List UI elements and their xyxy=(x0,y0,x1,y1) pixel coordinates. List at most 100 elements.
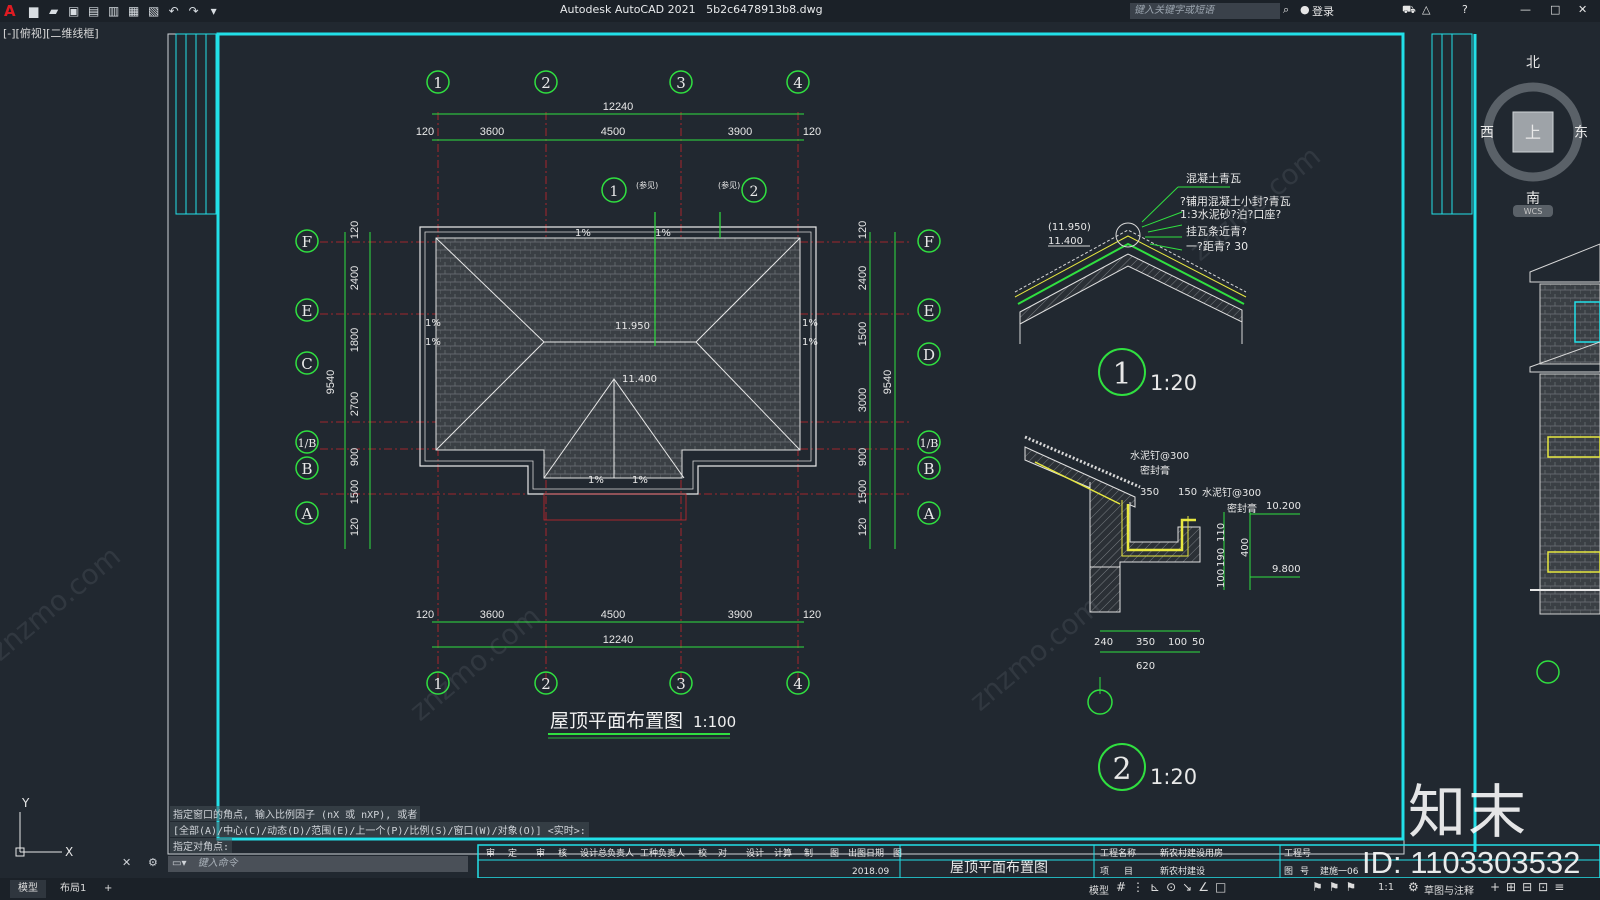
axis-label: F xyxy=(924,233,934,251)
slope-label: 1% xyxy=(425,337,441,348)
dim-total: 12240 xyxy=(603,634,634,646)
axis-label: A xyxy=(301,505,313,523)
axis-label: 4 xyxy=(793,675,803,693)
save-icon[interactable]: ▣ xyxy=(66,3,82,19)
dim-text: 3000 xyxy=(857,388,869,412)
redo-icon[interactable]: ↷ xyxy=(186,3,202,19)
plan-title: 屋顶平面布置图 xyxy=(550,710,683,732)
cart-icon[interactable]: ⛟ xyxy=(1402,3,1416,18)
tb-header: 定 xyxy=(508,847,517,859)
annotation-scale[interactable]: 1:1 xyxy=(1378,882,1394,893)
new-icon[interactable]: ▆ xyxy=(26,3,42,19)
command-input[interactable]: ▭▾ 键入命令 xyxy=(168,856,468,872)
publish-icon[interactable]: ▦ xyxy=(126,3,142,19)
search-input[interactable]: 键入关键字或短语 xyxy=(1130,3,1280,19)
status-right-icons[interactable]: +⊞⊟⊡≡ xyxy=(1490,880,1570,894)
dim-text: 1500 xyxy=(857,322,869,346)
tab-model[interactable]: 模型 xyxy=(10,880,46,898)
customize-toolbar-icon[interactable]: ▾ xyxy=(206,3,222,19)
axis-label: 1/B xyxy=(298,437,317,450)
roof-plan: 1% 1% 1% 1% 1% 1% 1% 1% 11.950 11.400 1 … xyxy=(295,70,941,739)
dim-text: 240 xyxy=(1094,637,1113,648)
dim-text: 3900 xyxy=(728,609,752,621)
annotation-toggles[interactable]: ⚑⚑⚑ xyxy=(1312,880,1362,894)
tb-sheet-name: 屋顶平面布置图 xyxy=(950,860,1048,876)
close-icon[interactable]: ✕ xyxy=(1578,3,1587,16)
dim-text: 120 xyxy=(857,518,869,536)
tab-layout1[interactable]: 布局1 xyxy=(52,880,94,898)
axis-label: 2 xyxy=(541,74,551,92)
dim-text: 100 xyxy=(1168,637,1187,648)
slope-label: 1% xyxy=(802,318,818,329)
tb-header: 审 xyxy=(486,847,495,859)
viewcube-east: 东 xyxy=(1574,125,1588,141)
tb-header: 计算 xyxy=(774,847,792,859)
drawing-canvas[interactable]: 1% 1% 1% 1% 1% 1% 1% 1% 11.950 11.400 1 … xyxy=(0,22,1600,878)
dim-text: 900 xyxy=(857,448,869,466)
tb-header: 工种负责人 xyxy=(640,847,685,859)
detail-elevation: 11.400 xyxy=(1048,236,1083,247)
axis-label: 1/B xyxy=(920,437,939,450)
close-command-icon[interactable]: ✕ xyxy=(122,856,131,869)
slope-label: 1% xyxy=(655,228,671,239)
dim-text: 4500 xyxy=(601,609,625,621)
viewcube[interactable]: 上 北 南 西 东 WCS xyxy=(1480,55,1588,217)
plot-icon[interactable]: ▥ xyxy=(106,3,122,19)
callout-number: 1 xyxy=(610,184,619,200)
slope-label: 1% xyxy=(425,318,441,329)
help-icon[interactable]: ? xyxy=(1462,3,1468,16)
detail-number: 2 xyxy=(1112,752,1131,787)
dim-text: 50 xyxy=(1192,637,1205,648)
axis-label: D xyxy=(923,346,935,364)
axis-label: F xyxy=(302,233,312,251)
app-menu-button[interactable]: A xyxy=(4,2,16,20)
adjacent-elevation xyxy=(1529,243,1600,684)
search-icon[interactable]: ⌕ xyxy=(1283,3,1289,17)
detail-note: 密封膏 xyxy=(1227,502,1257,515)
gear-icon[interactable]: ⚙ xyxy=(1408,880,1419,894)
model-space-button[interactable]: 模型 xyxy=(1089,882,1109,897)
command-history-line: 指定窗口的角点, 输入比例因子 (nX 或 nXP), 或者 xyxy=(170,806,421,821)
brand-watermark: 知末 xyxy=(1408,778,1529,846)
axis-label: 4 xyxy=(793,74,803,92)
axis-label: E xyxy=(924,302,935,320)
open-icon[interactable]: ▰ xyxy=(46,3,62,19)
tb-label: 新农村建设用房 xyxy=(1160,847,1223,859)
tb-label: 项 xyxy=(1100,866,1109,877)
status-toggles[interactable]: #⋮⊾⊙↘∠□ xyxy=(1116,880,1232,894)
inner-frame xyxy=(216,32,1405,841)
tb-label: 工程号 xyxy=(1284,848,1311,859)
dim-text: 4500 xyxy=(601,126,625,138)
detail-scale: 1:20 xyxy=(1150,765,1197,789)
minimize-icon[interactable]: — xyxy=(1520,3,1531,16)
customize-icon[interactable]: ⚙ xyxy=(148,856,158,869)
plan-scale: 1:100 xyxy=(693,713,736,731)
tb-label: 工程名称 xyxy=(1100,847,1136,859)
slope-label: 1% xyxy=(802,337,818,348)
tb-header: 图 xyxy=(893,848,902,859)
print-icon[interactable]: ▧ xyxy=(146,3,162,19)
wcs-menu: WCS xyxy=(1524,207,1543,216)
axis-label: C xyxy=(301,355,312,373)
dim-text: 120 xyxy=(349,221,361,239)
maximize-icon[interactable]: □ xyxy=(1550,3,1560,16)
dim-text: 150 xyxy=(1178,487,1197,498)
add-layout-icon[interactable]: + xyxy=(96,880,120,898)
dim-text: 100 xyxy=(1216,569,1227,588)
detail-note: 水泥钉@300 xyxy=(1130,449,1189,462)
axis-label: 1 xyxy=(433,74,443,92)
dim-text: 120 xyxy=(349,518,361,536)
tb-header: 核 xyxy=(558,847,567,859)
tb-header: 校 xyxy=(698,847,707,859)
user-icon[interactable]: ● xyxy=(1300,3,1310,16)
dim-text: 350 xyxy=(1140,487,1159,498)
save-as-icon[interactable]: ▤ xyxy=(86,3,102,19)
app-store-icon[interactable]: △ xyxy=(1422,3,1430,16)
dim-text: 120 xyxy=(857,221,869,239)
undo-icon[interactable]: ↶ xyxy=(166,3,182,19)
login-button[interactable]: 登录 xyxy=(1312,3,1334,19)
workspace-switch[interactable]: 草图与注释 xyxy=(1424,882,1474,897)
sub-ridge-elevation: 11.400 xyxy=(622,374,657,385)
detail-note: 混凝土青瓦 xyxy=(1186,171,1241,185)
callout-note: (参见) xyxy=(636,180,658,190)
